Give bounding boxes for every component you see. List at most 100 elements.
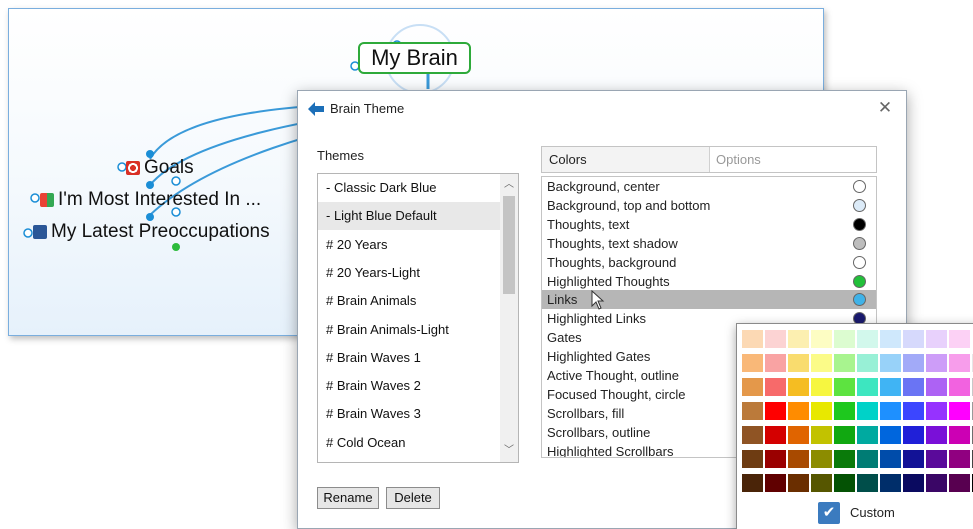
palette-swatch[interactable] (879, 353, 902, 373)
palette-swatch[interactable] (948, 329, 971, 349)
palette-swatch[interactable] (810, 401, 833, 421)
palette-swatch[interactable] (810, 473, 833, 493)
palette-swatch[interactable] (856, 329, 879, 349)
delete-button[interactable]: Delete (386, 487, 440, 509)
color-swatch-icon[interactable] (853, 236, 866, 250)
thought-goals[interactable]: Goals (126, 157, 194, 179)
palette-swatch[interactable] (764, 377, 787, 397)
palette-swatch[interactable] (925, 353, 948, 373)
palette-swatch[interactable] (764, 449, 787, 469)
palette-swatch[interactable] (902, 425, 925, 445)
checkbox-checked-icon[interactable]: ✔ (818, 502, 840, 524)
rename-button[interactable]: Rename (317, 487, 379, 509)
scroll-up-icon[interactable]: ︿ (500, 176, 518, 194)
palette-swatch[interactable] (810, 329, 833, 349)
close-icon[interactable]: ✕ (876, 99, 894, 117)
palette-swatch[interactable] (948, 377, 971, 397)
palette-swatch[interactable] (833, 449, 856, 469)
theme-list-item[interactable]: # 20 Years-Light (318, 259, 500, 287)
palette-swatch[interactable] (856, 449, 879, 469)
dialog-titlebar[interactable]: Brain Theme ✕ (298, 91, 906, 127)
palette-swatch[interactable] (879, 473, 902, 493)
palette-swatch[interactable] (856, 353, 879, 373)
palette-swatch[interactable] (810, 353, 833, 373)
palette-swatch[interactable] (741, 353, 764, 373)
palette-swatch[interactable] (741, 473, 764, 493)
palette-swatch[interactable] (741, 401, 764, 421)
thought-latest-preoccupations[interactable]: My Latest Preoccupations (33, 221, 270, 243)
palette-swatch[interactable] (902, 401, 925, 421)
palette-swatch[interactable] (787, 329, 810, 349)
theme-list-item[interactable]: # 20 Years (318, 231, 500, 259)
palette-swatch[interactable] (787, 473, 810, 493)
color-setting-row[interactable]: Background, center (542, 177, 876, 196)
color-setting-row[interactable]: Background, top and bottom (542, 196, 876, 215)
palette-swatch[interactable] (741, 425, 764, 445)
palette-swatch[interactable] (879, 329, 902, 349)
palette-swatch[interactable] (764, 401, 787, 421)
palette-swatch[interactable] (787, 425, 810, 445)
palette-swatch[interactable] (741, 377, 764, 397)
palette-swatch[interactable] (925, 449, 948, 469)
color-setting-row[interactable]: Thoughts, text (542, 215, 876, 234)
palette-swatch[interactable] (925, 473, 948, 493)
palette-swatch[interactable] (764, 353, 787, 373)
palette-swatch[interactable] (764, 473, 787, 493)
palette-swatch[interactable] (787, 377, 810, 397)
palette-swatch[interactable] (879, 377, 902, 397)
palette-swatch[interactable] (856, 377, 879, 397)
palette-swatch[interactable] (902, 377, 925, 397)
palette-swatch[interactable] (856, 425, 879, 445)
palette-swatch[interactable] (948, 401, 971, 421)
color-swatch-icon[interactable] (853, 180, 866, 193)
palette-swatch[interactable] (902, 353, 925, 373)
palette-swatch[interactable] (948, 425, 971, 445)
tab-colors[interactable]: Colors (542, 147, 710, 172)
palette-swatch[interactable] (879, 401, 902, 421)
palette-swatch[interactable] (856, 401, 879, 421)
tab-options[interactable]: Options (710, 147, 876, 172)
color-setting-row[interactable]: Thoughts, text shadow (542, 234, 876, 253)
palette-swatch[interactable] (833, 401, 856, 421)
palette-swatch[interactable] (925, 425, 948, 445)
thought-most-interested[interactable]: I'm Most Interested In ... (40, 189, 261, 211)
palette-swatch[interactable] (833, 353, 856, 373)
palette-swatch[interactable] (902, 329, 925, 349)
palette-swatch[interactable] (902, 449, 925, 469)
palette-swatch[interactable] (810, 377, 833, 397)
palette-swatch[interactable] (787, 401, 810, 421)
theme-list-item[interactable]: # Brain Animals-Light (318, 316, 500, 344)
color-setting-row[interactable]: Thoughts, background (542, 253, 876, 272)
color-swatch-icon[interactable] (853, 198, 866, 212)
palette-swatch[interactable] (948, 449, 971, 469)
themes-list[interactable]: - Classic Dark Blue - Light Blue Default #… (317, 173, 519, 463)
theme-list-item[interactable]: - Classic Dark Blue (318, 174, 500, 202)
palette-swatch[interactable] (764, 329, 787, 349)
scroll-down-icon[interactable]: ﹀ (500, 442, 518, 460)
palette-swatch[interactable] (810, 449, 833, 469)
palette-swatch[interactable] (833, 329, 856, 349)
palette-swatch[interactable] (787, 353, 810, 373)
themes-scroll-thumb[interactable] (503, 196, 515, 294)
color-swatch-icon[interactable] (853, 255, 866, 269)
central-thought-my-brain[interactable]: My Brain (358, 42, 471, 74)
palette-swatch[interactable] (925, 377, 948, 397)
theme-list-item[interactable]: # Brain Animals (318, 287, 500, 315)
theme-list-item[interactable]: # Cold Ocean (318, 429, 500, 457)
color-swatch-icon[interactable] (853, 217, 866, 231)
color-swatch-icon[interactable] (853, 274, 866, 288)
themes-scrollbar[interactable]: ︿ ﹀ (500, 174, 518, 462)
theme-list-item[interactable]: # Brain Waves 1 (318, 344, 500, 372)
palette-swatch[interactable] (902, 473, 925, 493)
palette-swatch[interactable] (948, 473, 971, 493)
palette-swatch[interactable] (879, 425, 902, 445)
palette-swatch[interactable] (764, 425, 787, 445)
palette-swatch[interactable] (833, 377, 856, 397)
palette-swatch[interactable] (833, 425, 856, 445)
palette-swatch[interactable] (741, 329, 764, 349)
palette-swatch[interactable] (925, 329, 948, 349)
palette-swatch[interactable] (879, 449, 902, 469)
palette-swatch[interactable] (925, 401, 948, 421)
palette-swatch[interactable] (787, 449, 810, 469)
theme-list-item[interactable]: # Brain Waves 3 (318, 400, 500, 428)
